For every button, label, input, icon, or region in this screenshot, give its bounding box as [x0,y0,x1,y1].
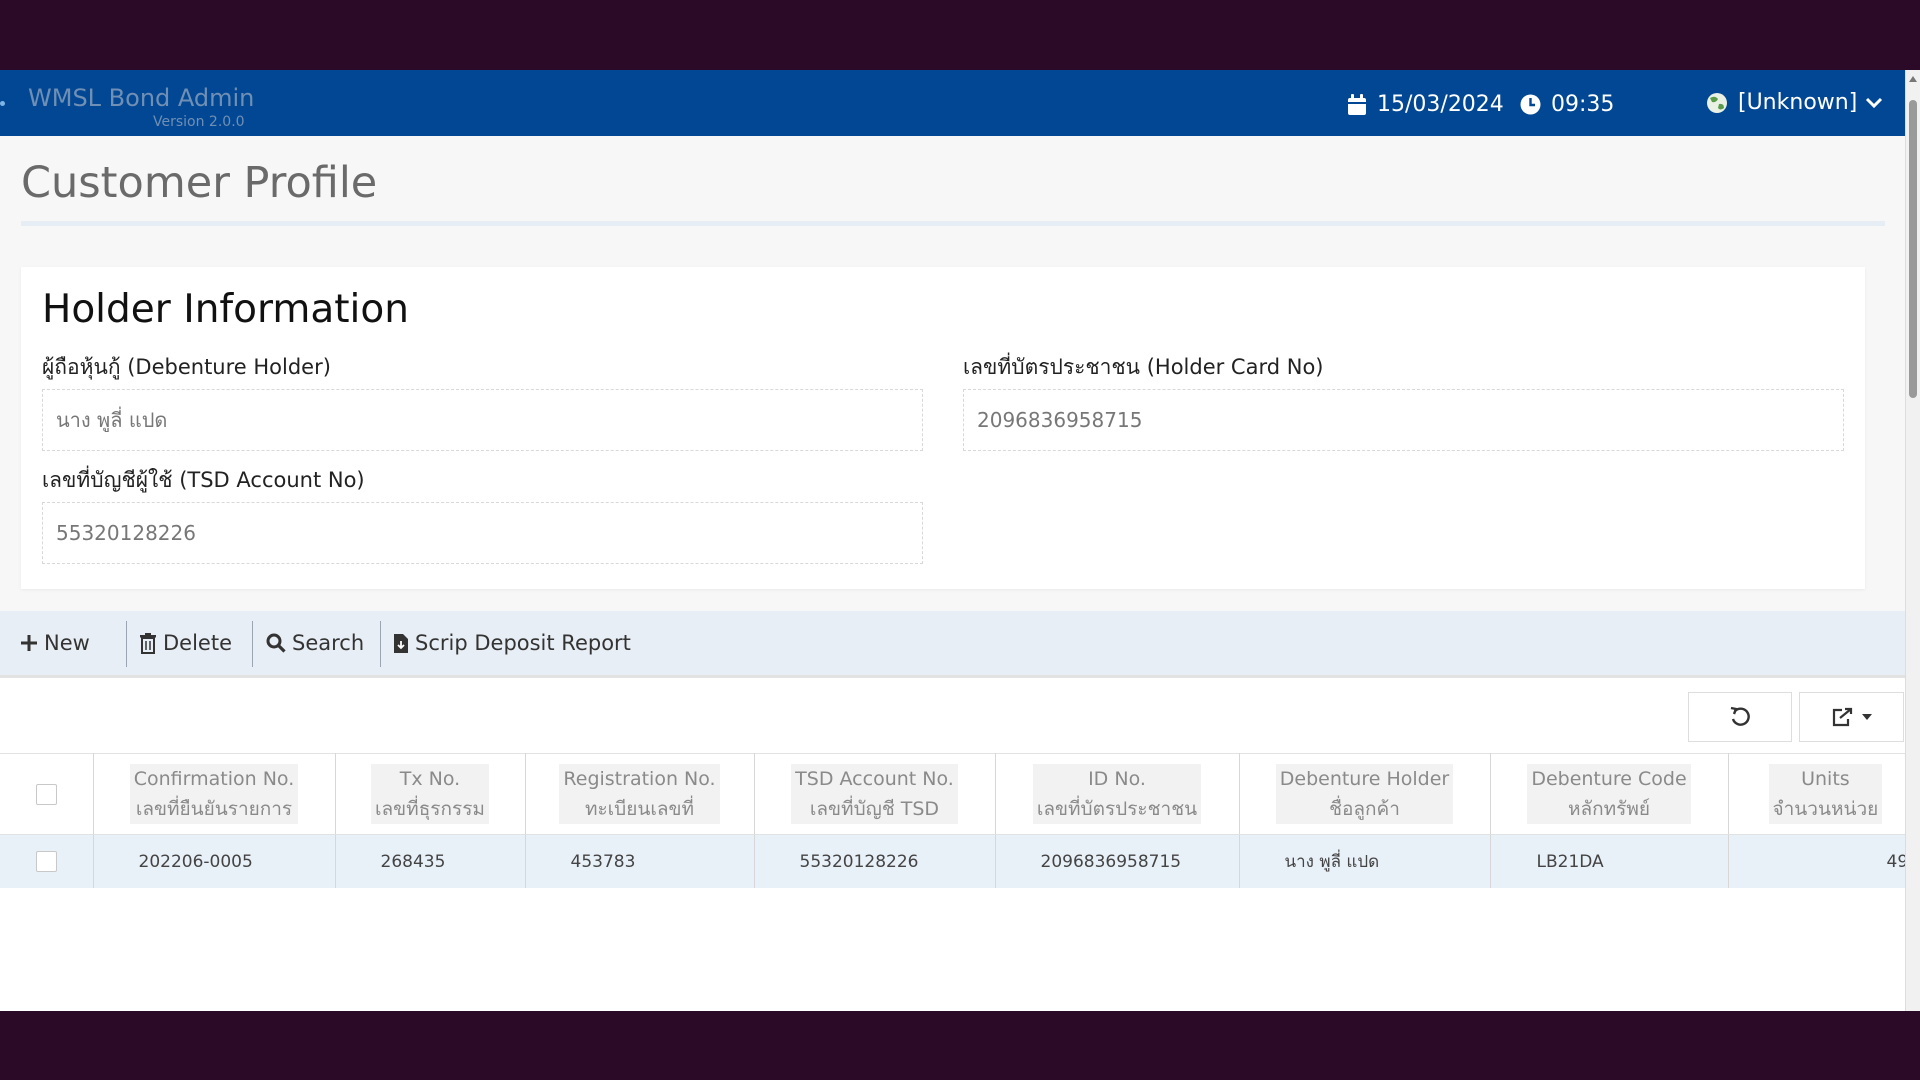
header-en: Debenture Holder [1279,768,1450,790]
column-header-confirmation-no[interactable]: Confirmation No. เลขที่ยืนยันรายการ [93,753,336,835]
scroll-up-arrow[interactable] [1909,76,1917,82]
cell-debenture-code[interactable]: LB21DA [1490,834,1729,888]
app-title[interactable]: WMSL Bond Admin [28,84,254,112]
scrip-deposit-report-label: Scrip Deposit Report [415,631,631,655]
refresh-icon [1730,706,1750,726]
header-en: Units [1801,768,1850,790]
debenture-holder-input[interactable] [43,390,922,450]
column-header-tsd-account-no[interactable]: TSD Account No. เลขที่บัญชี TSD [754,753,996,835]
header-th: เลขที่บัญชี TSD [809,798,940,820]
header-th: เลขที่ธุรกรรม [375,798,485,820]
column-header-debenture-holder[interactable]: Debenture Holder ชื่อลูกค้า [1239,753,1491,835]
header-en: Confirmation No. [133,768,295,790]
column-header-tx-no[interactable]: Tx No. เลขที่ธุรกรรม [335,753,526,835]
cell-id-no[interactable]: 2096836958715 [995,834,1240,888]
header-th: เลขที่บัตรประชาชน [1036,798,1198,820]
cell-registration-no[interactable]: 453783 [525,834,755,888]
file-download-icon [394,633,408,653]
search-icon [266,633,286,653]
holder-card-label: เลขที่บัตรประชาชน (Holder Card No) [963,355,1324,379]
cell-debenture-holder[interactable]: นาง พูลี่ แปด [1239,834,1491,888]
column-header-units[interactable]: Units จำนวนหน่วย [1728,753,1906,835]
top-header: WMSL Bond Admin Version 2.0.0 15/03/2024… [0,70,1906,136]
column-header-registration-no[interactable]: Registration No. ทะเบียนเลขที่ [525,753,755,835]
search-button-label: Search [292,631,365,655]
section-title: Holder Information [42,287,409,332]
scrollbar-thumb[interactable] [1909,100,1917,398]
header-th: จำนวนหน่วย [1772,798,1879,820]
row-select-cell [0,834,94,888]
cell-tx-no[interactable]: 268435 [335,834,526,888]
select-all-checkbox[interactable] [35,784,57,805]
table-row[interactable]: 202206-0005 268435 453783 55320128226 20… [0,834,1906,888]
toolbar-divider [126,621,127,667]
user-menu[interactable]: [Unknown] [1706,90,1893,115]
holder-card-input[interactable] [964,390,1843,450]
delete-button-label: Delete [163,631,232,655]
action-toolbar: New Delete Search Scrip Deposit Report [0,611,1906,675]
table-header-row: Confirmation No. เลขที่ยืนยันรายการ Tx No… [0,753,1906,835]
column-header-debenture-code[interactable]: Debenture Code หลักทรัพย์ [1490,753,1729,835]
toolbar-divider [252,621,253,667]
header-time: 09:35 [1520,92,1614,117]
app-version: Version 2.0.0 [153,114,245,130]
plus-icon [21,635,37,651]
time-text: 09:35 [1551,92,1615,117]
cell-tsd-account-no[interactable]: 55320128226 [754,834,996,888]
header-en: Debenture Code [1531,768,1687,790]
refresh-button[interactable] [1688,692,1792,742]
scrip-deposit-report-button[interactable]: Scrip Deposit Report [393,611,631,675]
tsd-account-field[interactable] [42,502,923,564]
export-dropdown-button[interactable] [1799,692,1904,742]
cell-units[interactable]: 49 [1728,834,1906,888]
select-all-header [0,753,94,835]
calendar-icon [1348,93,1366,115]
header-date: 15/03/2024 [1347,92,1504,117]
tsd-account-label: เลขที่บัญชีผู้ใช้ (TSD Account No) [42,468,365,492]
new-button[interactable]: New [20,611,90,675]
debenture-holder-label: ผู้ถือหุ้นกู้ (Debenture Holder) [42,355,331,379]
toolbar-divider [380,621,381,667]
header-th: หลักทรัพย์ [1567,798,1651,820]
holder-card-field[interactable] [963,389,1844,451]
vertical-scrollbar[interactable] [1905,70,1920,1011]
debenture-holder-field[interactable] [42,389,923,451]
globe-icon [1707,92,1727,113]
header-en: Tx No. [399,768,461,790]
header-en: TSD Account No. [795,768,954,790]
header-en: ID No. [1088,768,1146,790]
title-divider [21,221,1885,226]
row-checkbox[interactable] [35,851,57,872]
app-window: WMSL Bond Admin Version 2.0.0 15/03/2024… [0,70,1920,1011]
page-title: Customer Profile [21,158,378,208]
trash-icon [140,632,156,654]
holdings-table: Confirmation No. เลขที่ยืนยันรายการ Tx No… [0,753,1906,888]
chevron-down-icon [1866,97,1883,108]
search-button[interactable]: Search [266,611,364,675]
delete-button[interactable]: Delete [139,611,232,675]
export-icon [1832,707,1852,727]
cell-confirmation-no[interactable]: 202206-0005 [93,834,336,888]
holder-info-panel: Holder Information ผู้ถือหุ้นกู้ (Debent… [21,267,1865,589]
header-en: Registration No. [563,768,716,790]
caret-down-icon [1861,714,1872,720]
date-text: 15/03/2024 [1377,92,1504,117]
column-header-id-no[interactable]: ID No. เลขที่บัตรประชาชน [995,753,1240,835]
clock-icon [1520,94,1541,115]
results-grid: Confirmation No. เลขที่ยืนยันรายการ Tx No… [0,678,1906,1011]
new-button-label: New [44,631,90,655]
tsd-account-input[interactable] [43,503,922,563]
user-name: [Unknown] [1738,90,1858,115]
brand-dot [0,101,5,106]
header-th: เลขที่ยืนยันรายการ [135,798,293,820]
header-th: ทะเบียนเลขที่ [584,798,695,820]
header-th: ชื่อลูกค้า [1329,798,1400,820]
